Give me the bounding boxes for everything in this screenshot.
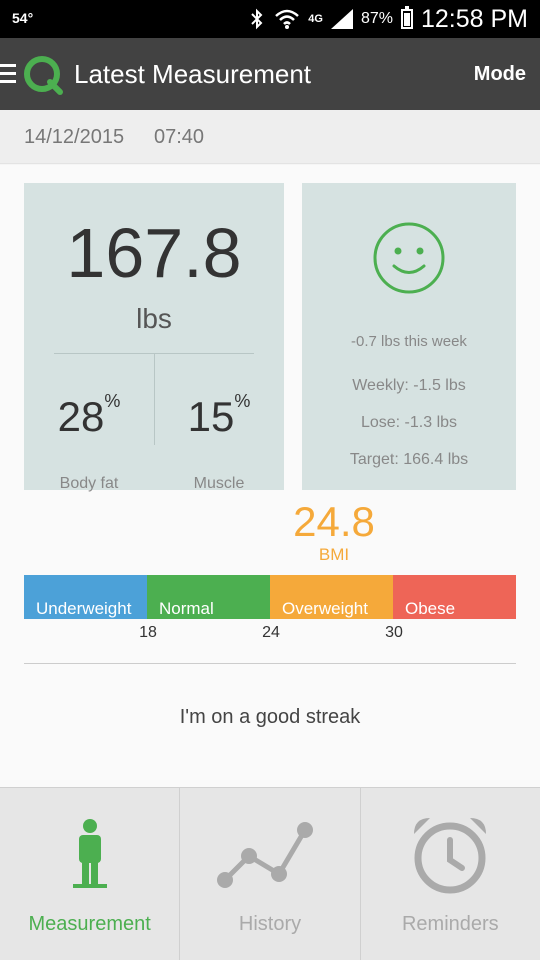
line-chart-icon [216,822,313,888]
nav-measurement[interactable]: Measurement [0,788,181,960]
network-type: 4G [308,13,323,25]
nav-label: Measurement [28,913,151,935]
battery-percent: 87% [360,10,393,27]
menu-icon[interactable] [0,64,16,84]
week-change: -0.7 lbs this week [351,333,467,350]
nav-reminders[interactable]: Reminders [361,788,540,960]
status-bar: 54° 4G 87% 12:58 PM [0,0,540,38]
bmi-segment-label: Obese [405,599,456,618]
person-icon [72,819,107,888]
bmi-segment-obese: Obese [393,575,516,619]
status-icons: 4G 87% 12:58 PM [248,4,528,34]
body-fat-value: 28% [57,391,121,440]
bottom-navigation: Measurement History Reminders [0,787,540,960]
weekly-change: Weekly: -1.5 lbs [352,377,466,394]
bmi-tick-24: 24 [262,624,280,641]
battery-icon [400,6,413,29]
bmi-segment-label: Underweight [36,599,132,618]
muscle-label: Muscle [193,475,245,492]
status-temperature: 54° [12,10,34,26]
signal-icon [330,9,353,29]
bmi-label: BMI [318,545,350,564]
measurement-date-bar: 14/12/2015 07:40 [0,110,540,164]
bmi-scale: Underweight Normal Overweight Obese [24,575,516,619]
mode-button[interactable]: Mode [474,63,526,86]
muscle-unit: % [234,391,251,411]
nav-label: Reminders [401,913,499,935]
wifi-icon [275,9,300,29]
streak-message: I'm on a good streak [179,706,361,728]
app-logo-icon [24,56,63,95]
weight-card: 167.8 lbs 28% Body fat 15% Muscle [24,183,284,492]
bmi-segment-overweight: Overweight [270,575,393,619]
trend-card: -0.7 lbs this week Weekly: -1.5 lbs Lose… [302,183,516,490]
measurement-date: 14/12/2015 [24,126,125,148]
weight-unit: lbs [136,303,172,334]
weight-value: 167.8 [66,214,242,292]
status-time: 12:58 PM [420,4,528,33]
alarm-clock-icon [414,818,487,894]
bmi-tick-18: 18 [139,624,157,641]
main-content: 167.8 lbs 28% Body fat 15% Muscle -0.7 l… [0,165,540,787]
measurement-time: 07:40 [154,126,205,148]
nav-label: History [238,913,302,935]
bmi-value: 24.8 [293,498,375,545]
bluetooth-icon [251,8,263,30]
content-divider [24,663,516,664]
app-bar: Latest Measurement Mode [0,38,540,110]
bmi-segment-normal: Normal [147,575,270,619]
muscle-value: 15% [187,391,251,440]
bmi-segment-label: Normal [159,599,214,618]
bmi-segment-label: Overweight [282,599,368,618]
page-title: Latest Measurement [74,59,312,89]
body-fat-unit: % [104,391,121,411]
bmi-tick-30: 30 [385,624,403,641]
nav-history[interactable]: History [180,788,361,960]
smiley-icon [373,222,445,294]
body-fat-label: Body fat [59,475,119,492]
lose-amount: Lose: -1.3 lbs [360,414,458,431]
target-weight: Target: 166.4 lbs [349,451,469,468]
bmi-segment-underweight: Underweight [24,575,147,619]
